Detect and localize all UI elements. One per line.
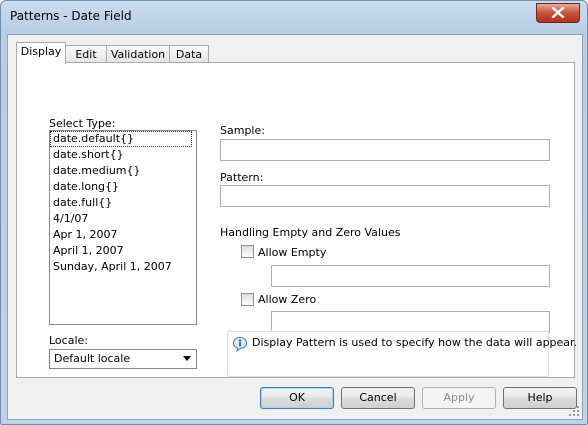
sample-label: Sample: <box>220 124 265 137</box>
pattern-field[interactable] <box>220 185 550 207</box>
display-tab-panel: Select Type: date.default{} date.short{}… <box>16 62 577 378</box>
allow-zero-label[interactable]: Allow Zero <box>258 293 316 306</box>
close-icon <box>551 7 565 18</box>
tab-label: Edit <box>75 48 97 61</box>
dialog-window: Patterns - Date Field Display Edit Valid… <box>0 0 588 425</box>
apply-button[interactable]: Apply <box>422 387 496 409</box>
locale-value: Default locale <box>54 352 131 365</box>
close-button[interactable] <box>536 3 580 23</box>
help-button[interactable]: Help <box>503 387 577 409</box>
ok-button[interactable]: OK <box>260 387 334 409</box>
info-text: Display Pattern is used to specify how t… <box>252 336 578 349</box>
tab-edit[interactable]: Edit <box>65 45 107 63</box>
tab-label: Data <box>175 48 203 61</box>
info-speech-icon <box>232 336 248 356</box>
allow-empty-field[interactable] <box>271 265 550 287</box>
cancel-button[interactable]: Cancel <box>341 387 415 409</box>
resize-grip-icon[interactable] <box>568 405 580 417</box>
select-type-label: Select Type: <box>49 117 116 130</box>
list-item[interactable]: date.short{} <box>50 147 196 163</box>
locale-label: Locale: <box>49 334 88 347</box>
list-item[interactable]: Apr 1, 2007 <box>50 227 196 243</box>
allow-zero-field[interactable] <box>271 311 550 333</box>
window-title: Patterns - Date Field <box>10 9 132 23</box>
pattern-label: Pattern: <box>220 171 264 184</box>
allow-zero-checkbox[interactable] <box>241 293 254 306</box>
list-item[interactable]: 4/1/07 <box>50 211 196 227</box>
info-box: Display Pattern is used to specify how t… <box>227 331 577 377</box>
list-item[interactable]: April 1, 2007 <box>50 243 196 259</box>
allow-empty-label[interactable]: Allow Empty <box>258 246 326 259</box>
locale-select[interactable]: Default locale <box>49 349 197 369</box>
list-item[interactable]: date.medium{} <box>50 163 196 179</box>
list-item[interactable]: date.long{} <box>50 179 196 195</box>
list-item[interactable]: Sunday, April 1, 2007 <box>50 259 196 275</box>
tab-label: Display <box>20 45 62 58</box>
tab-label: Validation <box>110 48 166 61</box>
select-type-listbox[interactable]: date.default{} date.short{} date.medium{… <box>49 130 197 325</box>
sample-field[interactable] <box>220 139 550 161</box>
empty-zero-heading: Handling Empty and Zero Values <box>220 226 401 239</box>
title-bar[interactable]: Patterns - Date Field <box>1 1 587 35</box>
list-item[interactable]: date.full{} <box>50 195 196 211</box>
dialog-body: Display Edit Validation Data Select Type… <box>7 34 583 420</box>
tab-data[interactable]: Data <box>169 45 209 63</box>
allow-empty-checkbox[interactable] <box>241 245 254 258</box>
tab-display[interactable]: Display <box>16 42 66 64</box>
chevron-down-icon <box>183 356 191 361</box>
list-item[interactable]: date.default{} <box>50 131 192 147</box>
tab-validation[interactable]: Validation <box>106 45 170 63</box>
